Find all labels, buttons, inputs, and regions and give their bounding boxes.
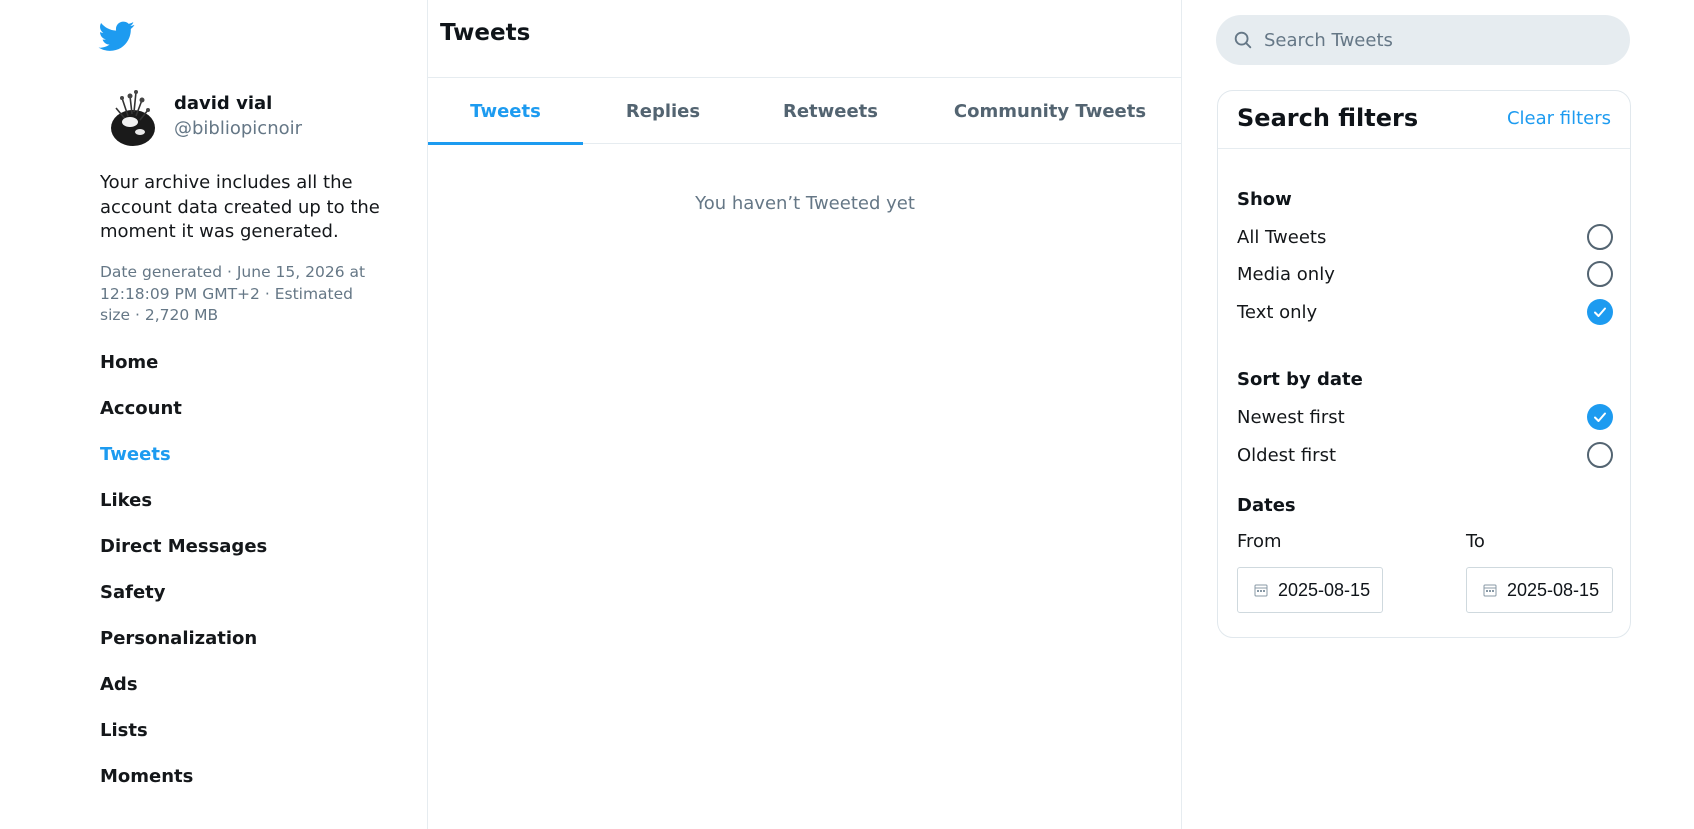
user-handle: @bibliopicnoir [174,118,303,139]
option-label: Newest first [1237,406,1345,428]
meta-separator: · [135,306,140,324]
tab-retweets[interactable]: Retweets [743,78,918,144]
meta-separator: · [226,263,232,281]
empty-state-message: You haven’t Tweeted yet [695,193,915,214]
sidebar-item-direct-messages[interactable]: Direct Messages [100,524,400,570]
tab-bar: Tweets Replies Retweets Community Tweets [428,78,1182,145]
main-column: Tweets Tweets Replies Retweets Community… [428,0,1182,829]
sidebar-item-tweets[interactable]: Tweets [100,432,400,478]
tab-community-tweets[interactable]: Community Tweets [918,78,1182,144]
option-label: Text only [1237,301,1318,323]
sidebar-item-ads[interactable]: Ads [100,662,400,708]
dates-section-label: Dates [1237,495,1296,516]
avatar[interactable] [100,86,162,148]
calendar-icon [1254,584,1268,597]
date-generated-label: Date generated [100,263,223,281]
profile-card: david vial @bibliopicnoir [100,86,302,148]
sidebar-item-account[interactable]: Account [100,386,400,432]
sort-section-label: Sort by date [1237,369,1363,390]
page-title: Tweets [440,20,531,46]
sidebar-item-safety[interactable]: Safety [100,570,400,616]
check-icon [1594,412,1606,422]
from-date-value: 2025-08-15 [1278,579,1371,600]
twitter-bird-icon[interactable] [96,18,138,54]
meta-separator: · [264,284,270,303]
sidebar-nav: Home Account Tweets Likes Direct Message… [100,340,400,800]
sidebar-item-home[interactable]: Home [100,340,400,386]
from-label: From [1237,531,1282,552]
radio-button-checked[interactable] [1587,299,1613,325]
search-box[interactable] [1216,15,1630,65]
profile-names: david vial @bibliopicnoir [174,92,302,142]
option-label: Oldest first [1237,444,1336,466]
option-media-only[interactable]: Media only [1237,259,1613,289]
option-newest-first[interactable]: Newest first [1237,402,1613,432]
to-label: To [1466,531,1485,552]
option-label: Media only [1237,263,1335,285]
option-oldest-first[interactable]: Oldest first [1237,440,1613,470]
filters-title: Search filters [1237,104,1419,132]
radio-button[interactable] [1587,261,1613,287]
archive-meta: Date generated · June 15, 2026 at 12:18:… [100,262,380,327]
option-text-only[interactable]: Text only [1237,297,1613,327]
show-section-label: Show [1237,189,1292,210]
estimated-size-value: 2,720 MB [144,306,219,324]
radio-button[interactable] [1587,224,1613,250]
clear-filters-link[interactable]: Clear filters [1507,108,1611,129]
sidebar-item-lists[interactable]: Lists [100,708,400,754]
sidebar-item-personalization[interactable]: Personalization [100,616,400,662]
tab-tweets[interactable]: Tweets [428,78,583,145]
display-name: david vial [174,93,273,114]
option-all-tweets[interactable]: All Tweets [1237,222,1613,252]
search-filters-panel: Search filters Clear filters Show All Tw… [1217,90,1631,638]
filters-header: Search filters Clear filters [1218,91,1630,149]
sidebar-item-moments[interactable]: Moments [100,754,400,800]
option-label: All Tweets [1237,226,1327,248]
check-icon [1594,307,1606,317]
to-date-input[interactable]: 2025-08-15 [1466,567,1613,613]
search-input[interactable] [1264,29,1604,51]
from-date-input[interactable]: 2025-08-15 [1237,567,1383,613]
archive-description: Your archive includes all the account da… [100,172,380,242]
radio-button[interactable] [1587,442,1613,468]
tab-replies[interactable]: Replies [583,78,743,144]
calendar-icon [1483,584,1497,597]
to-date-value: 2025-08-15 [1507,579,1600,600]
sidebar-item-likes[interactable]: Likes [100,478,400,524]
radio-button-checked[interactable] [1587,404,1613,430]
left-sidebar: david vial @bibliopicnoir Your archive i… [0,0,428,829]
search-icon [1234,31,1252,49]
